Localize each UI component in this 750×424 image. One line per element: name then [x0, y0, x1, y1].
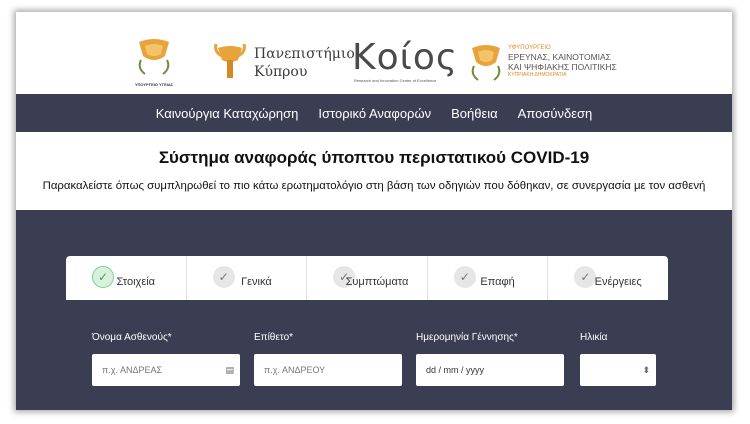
app-window: ΥΠΟΥΡΓΕΙΟ ΥΓΕΙΑΣ Πανεπιστήμιο Κύπρου Κοί…: [16, 12, 732, 410]
first-name-label: Όνομα Ασθενούς*: [92, 332, 172, 343]
title-area: Σύστημα αναφοράς ύποπτου περιστατικού CO…: [16, 132, 732, 210]
university-of-cyprus-logo: Πανεπιστήμιο Κύπρου: [212, 42, 355, 82]
age-label: Ηλικία: [580, 332, 608, 343]
university-name-line2: Κύπρου: [254, 64, 308, 80]
page-title: Σύστημα αναφοράς ύποπτου περιστατικού CO…: [158, 148, 590, 167]
patient-details-row: Όνομα Ασθενούς* π.χ. ΑΝΔΡΕΑΣ ▤ Επίθετο* …: [66, 332, 668, 410]
last-name-label: Επίθετο*: [254, 332, 294, 343]
tab-symptoms[interactable]: ✓ Συμπτώματα: [307, 256, 428, 300]
birth-date-placeholder: dd / mm / yyyy: [426, 365, 485, 375]
moh-caption: ΥΠΟΥΡΓΕΙΟ ΥΓΕΙΑΣ: [134, 82, 174, 87]
university-name-line1: Πανεπιστήμιο: [254, 46, 355, 62]
page-subtitle: Παρακαλείστε όπως συμπληρωθεί το πιο κάτ…: [42, 180, 706, 192]
tab-actions[interactable]: ✓ Ενέργειες: [548, 256, 668, 300]
nav-help[interactable]: Βοήθεια: [451, 106, 498, 121]
first-name-field[interactable]: π.χ. ΑΝΔΡΕΑΣ ▤: [92, 354, 240, 386]
nav-history[interactable]: Ιστορικό Αναφορών: [318, 106, 431, 121]
tab-label: Ενέργειες: [594, 276, 642, 288]
koios-logo: Κοίος Research and Innovation Center of …: [352, 38, 464, 86]
birth-date-label: Ημερομηνία Γέννησης*: [416, 332, 518, 343]
tab-label: Συμπτώματα: [345, 276, 409, 288]
dmrid-line2: ΚΑΙ ΨΗΦΙΑΚΗΣ ΠΟΛΙΤΙΚΗΣ: [508, 62, 617, 72]
main-navbar: Καινούργια Καταχώρηση Ιστορικό Αναφορών …: [16, 94, 732, 132]
ministry-of-health-logo: ΥΠΟΥΡΓΕΙΟ ΥΓΕΙΑΣ: [131, 36, 177, 90]
dmrid-line3: ΚΥΠΡΙΑΚΗ ΔΗΜΟΚΡΑΤΙΑ: [508, 72, 567, 78]
deputy-ministry-logo: ΥΦΥΠΟΥΡΓΕΙΟ ΕΡΕΥΝΑΣ, ΚΑΙΝΟΤΟΜΙΑΣ ΚΑΙ ΨΗΦ…: [468, 42, 628, 86]
tab-contact[interactable]: ✓ Επαφή: [428, 256, 549, 300]
last-name-placeholder: π.χ. ΑΝΔΡΕΟΥ: [264, 365, 326, 375]
dmrid-line1: ΕΡΕΥΝΑΣ, ΚΑΙΝΟΤΟΜΙΑΣ: [508, 52, 611, 62]
nav-new-entry[interactable]: Καινούργια Καταχώρηση: [156, 106, 299, 121]
nav-logout[interactable]: Αποσύνδεση: [518, 106, 593, 121]
logo-bar: ΥΠΟΥΡΓΕΙΟ ΥΓΕΙΑΣ Πανεπιστήμιο Κύπρου Κοί…: [16, 12, 732, 94]
tab-general[interactable]: ✓ Γενικά: [187, 256, 308, 300]
cyprus-coat-of-arms-icon: [471, 45, 501, 81]
koios-subtitle: Research and Innovation Center of Excell…: [354, 78, 437, 83]
dmrid-line0: ΥΦΥΠΟΥΡΓΕΙΟ: [508, 45, 551, 51]
contact-card-icon: ▤: [225, 365, 234, 375]
form-section: ✓ Στοιχεία ✓ Γενικά ✓ Συμπτώματα ✓ Επαφή…: [16, 210, 732, 410]
birth-date-field[interactable]: dd / mm / yyyy: [416, 354, 564, 386]
tab-label: Επαφή: [480, 276, 515, 288]
ucy-tree-icon: [214, 43, 246, 78]
wizard-tabs: ✓ Στοιχεία ✓ Γενικά ✓ Συμπτώματα ✓ Επαφή…: [66, 256, 668, 300]
last-name-field[interactable]: π.χ. ΑΝΔΡΕΟΥ: [254, 354, 402, 386]
tab-label: Στοιχεία: [116, 276, 156, 288]
tab-details[interactable]: ✓ Στοιχεία: [66, 256, 187, 300]
wizard-card: ✓ Στοιχεία ✓ Γενικά ✓ Συμπτώματα ✓ Επαφή…: [66, 256, 668, 410]
age-field[interactable]: ⬍: [580, 354, 656, 386]
first-name-placeholder: π.χ. ΑΝΔΡΕΑΣ: [102, 365, 163, 375]
koios-wordmark: Κοίος: [352, 37, 458, 78]
deputy-ministry-name: ΥΦΥΠΟΥΡΓΕΙΟ ΕΡΕΥΝΑΣ, ΚΑΙΝΟΤΟΜΙΑΣ ΚΑΙ ΨΗΦ…: [508, 44, 617, 78]
tab-label: Γενικά: [241, 276, 272, 288]
cyprus-coat-of-arms-icon: [138, 39, 170, 75]
spinner-icon[interactable]: ⬍: [642, 354, 650, 386]
